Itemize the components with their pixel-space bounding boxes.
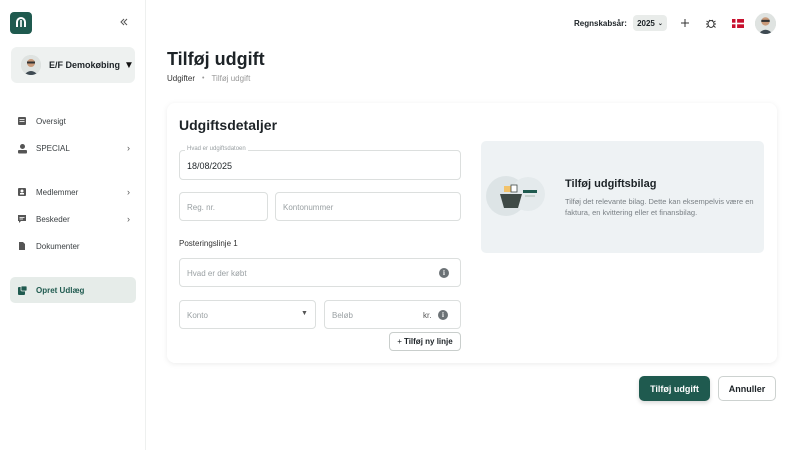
- breadcrumb-link-udgifter[interactable]: Udgifter: [167, 74, 195, 83]
- danish-flag-icon[interactable]: [731, 16, 745, 30]
- what-bought-placeholder: Hvad er der købt: [187, 269, 247, 278]
- sidebar: E/F Demokøbing ▼ Oversigt SPECIAL › Medl…: [0, 0, 146, 450]
- chevron-right-icon: ›: [127, 187, 130, 197]
- user-avatar[interactable]: [755, 13, 776, 34]
- breadcrumb-current: Tilføj udgift: [211, 74, 251, 83]
- receipt-icon: [16, 284, 28, 296]
- sidebar-item-label: Opret Udlæg: [36, 285, 85, 295]
- attachment-dropzone[interactable]: Tilføj udgiftsbilag Tilføj det relevante…: [481, 141, 764, 253]
- avatar: [21, 55, 41, 75]
- sidebar-item-special[interactable]: SPECIAL ›: [10, 137, 136, 159]
- amount-placeholder: Beløb: [332, 311, 353, 320]
- info-icon[interactable]: i: [438, 310, 448, 320]
- what-bought-field[interactable]: Hvad er der købt i: [179, 258, 461, 287]
- account-placeholder: Konto: [187, 311, 208, 320]
- attachment-illustration: [486, 176, 545, 216]
- add-line-label: Tilføj ny linje: [403, 337, 453, 346]
- section-title: Udgiftsdetaljer: [179, 117, 278, 133]
- sidebar-item-oversigt[interactable]: Oversigt: [10, 110, 136, 132]
- overview-icon: [16, 115, 28, 127]
- expense-date-label: Hvad er udgiftsdatoen: [185, 146, 248, 152]
- app-logo[interactable]: [10, 12, 32, 34]
- info-icon[interactable]: i: [439, 268, 449, 278]
- reg-number-field[interactable]: Reg. nr.: [179, 192, 268, 221]
- page-title: Tilføj udgift: [167, 49, 265, 69]
- sidebar-item-label: Dokumenter: [36, 241, 80, 251]
- account-select[interactable]: Konto ▼: [179, 300, 316, 329]
- bug-icon[interactable]: [704, 16, 718, 30]
- caret-down-icon: ▼: [301, 310, 308, 317]
- posting-line-label: Posteringslinje 1: [179, 239, 238, 248]
- submit-expense-button[interactable]: Tilføj udgift: [639, 376, 710, 401]
- organization-selector[interactable]: E/F Demokøbing ▼: [11, 47, 135, 83]
- fiscal-year-value: 2025: [637, 18, 655, 28]
- currency-label: kr.: [423, 311, 432, 320]
- sidebar-item-dokumenter[interactable]: Dokumenter: [10, 235, 136, 257]
- account-number-placeholder: Kontonummer: [283, 203, 334, 212]
- breadcrumb-separator: •: [202, 75, 205, 82]
- amount-field[interactable]: Beløb kr. i: [324, 300, 461, 329]
- sidebar-item-label: SPECIAL: [36, 143, 70, 153]
- expense-details-card: Udgiftsdetaljer Hvad er udgiftsdatoen 18…: [167, 103, 777, 363]
- caret-down-icon: ▼: [124, 59, 134, 71]
- reg-number-placeholder: Reg. nr.: [187, 203, 216, 212]
- attachment-description: Tilføj det relevante bilag. Dette kan ek…: [565, 197, 754, 217]
- expense-date-value: 18/08/2025: [187, 161, 233, 171]
- breadcrumb: Udgifter • Tilføj udgift: [167, 74, 250, 83]
- sidebar-item-medlemmer[interactable]: Medlemmer ›: [10, 181, 136, 203]
- sidebar-item-opret-udlaeg[interactable]: Opret Udlæg: [10, 277, 136, 303]
- attachment-title: Tilføj udgiftsbilag: [565, 178, 657, 190]
- chevron-right-icon: ›: [127, 214, 130, 224]
- members-icon: [16, 186, 28, 198]
- plus-icon: +: [397, 337, 402, 346]
- document-icon: [16, 240, 28, 252]
- plus-icon[interactable]: [678, 16, 692, 30]
- fiscal-year-select[interactable]: 2025 ⌄: [633, 15, 667, 31]
- organization-name: E/F Demokøbing: [49, 60, 121, 70]
- collapse-sidebar-icon[interactable]: [118, 16, 130, 28]
- sidebar-item-label: Beskeder: [36, 214, 70, 224]
- sidebar-item-label: Oversigt: [36, 116, 66, 126]
- fiscal-year-label: Regnskabsår:: [574, 19, 627, 28]
- chevron-right-icon: ›: [127, 143, 130, 153]
- sidebar-item-beskeder[interactable]: Beskeder ›: [10, 208, 136, 230]
- cancel-button[interactable]: Annuller: [718, 376, 776, 401]
- account-number-field[interactable]: Kontonummer: [275, 192, 461, 221]
- chevron-down-icon: ⌄: [657, 20, 663, 27]
- add-line-button[interactable]: + Tilføj ny linje: [389, 332, 461, 351]
- expense-date-field[interactable]: Hvad er udgiftsdatoen 18/08/2025: [179, 146, 461, 180]
- message-icon: [16, 213, 28, 225]
- sidebar-item-label: Medlemmer: [36, 187, 79, 197]
- user-badge-icon: [16, 142, 28, 154]
